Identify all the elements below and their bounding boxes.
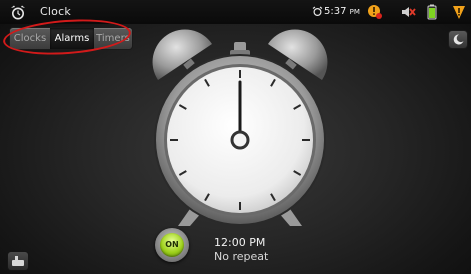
alarm-time[interactable]: 12:00 PM	[214, 236, 265, 249]
tab-timers[interactable]: Timers	[94, 28, 132, 49]
dock-icon	[12, 256, 24, 266]
night-mode-button[interactable]	[449, 31, 467, 48]
status-time: 5:37 PM	[324, 6, 360, 17]
clock-hub	[230, 130, 250, 150]
tab-alarms[interactable]: Alarms	[50, 28, 94, 49]
status-bar: Clock 5:37 PM	[0, 0, 471, 24]
status-time-value: 5:37	[324, 6, 347, 17]
app-title: Clock	[40, 5, 71, 18]
crescent-moon-icon	[453, 34, 464, 45]
alarm-on-toggle[interactable]: ON	[155, 228, 189, 262]
clock-app-screen: Clock 5:37 PM Clocks Alarms Timers ON 12…	[0, 0, 471, 274]
dock-button[interactable]	[8, 252, 28, 270]
speaker-muted-icon	[402, 7, 416, 17]
analog-alarm-clock[interactable]	[150, 28, 330, 228]
alarm-clock-icon	[11, 5, 25, 20]
alarm-on-label: ON	[160, 233, 184, 257]
tab-clocks[interactable]: Clocks	[10, 28, 50, 49]
status-alarm-icon	[312, 6, 323, 17]
battery-icon	[427, 4, 437, 20]
tab-bar: Clocks Alarms Timers	[10, 28, 132, 49]
alert-shield-icon	[453, 6, 465, 19]
warning-icon	[368, 5, 382, 19]
status-time-ampm: PM	[349, 8, 360, 16]
alarm-repeat[interactable]: No repeat	[214, 250, 268, 263]
